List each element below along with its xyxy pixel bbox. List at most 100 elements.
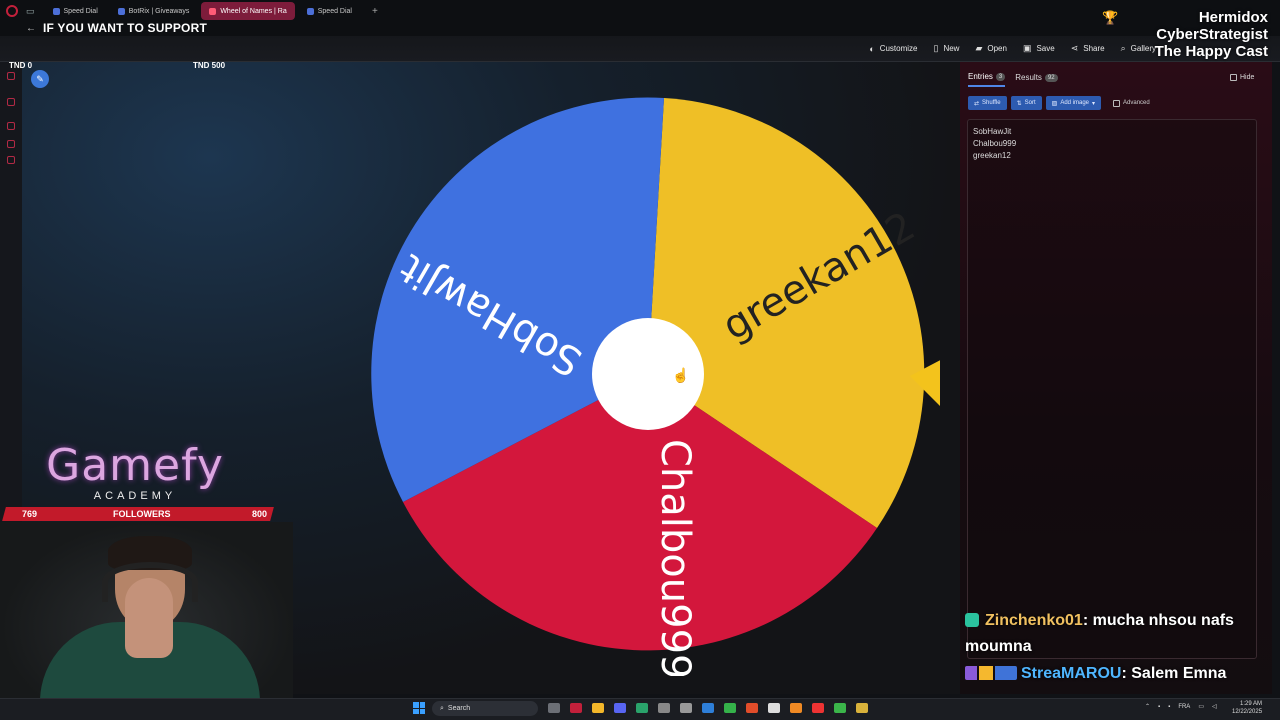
tab-speed-dial-1[interactable]: Speed Dial xyxy=(45,2,106,20)
chat-message: StreaMAROU: Salem Emna xyxy=(965,665,1226,683)
wheel[interactable]: greekan12 Chalbou999 SobHawJit ☝ xyxy=(360,96,940,676)
entries-textarea[interactable] xyxy=(967,119,1257,659)
network-icon[interactable]: ▭ xyxy=(1198,703,1204,710)
checkbox-icon xyxy=(1230,74,1237,81)
search-icon: ⌕ xyxy=(440,704,444,712)
share-icon: ⋖ xyxy=(1070,43,1079,53)
tnd-min-label: TND 0 xyxy=(9,61,33,70)
save-button[interactable]: ▣ Save xyxy=(1023,43,1055,54)
new-tab-button[interactable]: + xyxy=(372,6,378,17)
sort-button[interactable]: ⇅ Sort xyxy=(1010,96,1042,110)
entries-toolbar: ⇄ Shuffle ⇅ Sort ▨ Add image ▾ Advanced xyxy=(968,96,1150,110)
chat-username: Zinchenko01 xyxy=(985,612,1083,629)
followers-goal: 800 xyxy=(252,509,268,519)
sidebar-app-icon[interactable] xyxy=(7,140,15,148)
followers-label: FOLLOWERS xyxy=(113,509,171,519)
save-icon: ▣ xyxy=(1022,43,1032,53)
folder-icon: ▰ xyxy=(975,43,983,53)
tray-app-icon[interactable]: ▪ xyxy=(1168,704,1170,710)
clock-date: 12/22/2025 xyxy=(1232,709,1263,715)
tnd-max-label: TND 500 xyxy=(193,61,226,70)
chat-badge-icon xyxy=(965,613,979,627)
new-button[interactable]: ▯ New xyxy=(933,43,959,54)
checkbox-icon xyxy=(1113,99,1121,107)
search-icon: ⌕ xyxy=(1120,43,1126,53)
volume-icon[interactable]: ◁ xyxy=(1212,703,1217,710)
trophy-icon: 🏆 xyxy=(1102,10,1119,25)
play-icon[interactable] xyxy=(834,703,846,713)
webcam-person-hands xyxy=(125,578,173,658)
logo-subtitle: ACADEMY xyxy=(93,490,177,502)
app-icon[interactable] xyxy=(812,703,824,713)
tab-overview-icon[interactable]: ▭ xyxy=(26,6,35,17)
customize-button[interactable]: ◐ Customize xyxy=(869,43,917,54)
chat-badges-icon xyxy=(965,666,1017,680)
botrix-icon xyxy=(117,7,125,15)
tab-results[interactable]: Results 92 xyxy=(1015,72,1058,87)
gallery-button[interactable]: ⌕ Gallery xyxy=(1121,43,1156,54)
file-icon: ▯ xyxy=(933,43,939,53)
app-icon[interactable] xyxy=(724,703,736,713)
system-tray: ⌃ ▪ ▪ FRA ▭ ◁ xyxy=(1145,703,1217,711)
file-explorer-icon[interactable] xyxy=(592,703,604,713)
windows-start-icon[interactable] xyxy=(413,702,425,714)
app-icon[interactable] xyxy=(658,703,670,713)
logo-title: Gamefy xyxy=(46,440,224,491)
tray-app-icon[interactable]: ▪ xyxy=(1158,704,1160,710)
streamer-name: CyberStrategist xyxy=(1156,26,1268,43)
back-arrow-icon[interactable]: ← xyxy=(26,23,36,34)
entries-list: SobHawJit Chalbou999 greekan12 xyxy=(973,126,1016,162)
hide-checkbox[interactable]: Hide xyxy=(1230,74,1254,81)
entries-count-badge: 3 xyxy=(995,72,1006,81)
sidebar-app-icon[interactable] xyxy=(7,72,15,80)
tab-botrix[interactable]: BotRix | Giveaways xyxy=(110,2,198,20)
sidebar-app-icon[interactable] xyxy=(7,122,15,130)
app-icon[interactable] xyxy=(636,703,648,713)
taskbar-search[interactable]: ⌕ Search xyxy=(432,701,538,716)
opera-icon[interactable] xyxy=(570,703,582,713)
obs-icon[interactable] xyxy=(746,703,758,713)
sidebar-app-icon[interactable] xyxy=(7,156,15,164)
chat-text: : Salem Emna xyxy=(1121,665,1227,682)
tab-wheel-of-names[interactable]: Wheel of Names | Ra xyxy=(201,2,295,20)
chevron-down-icon: ▾ xyxy=(1092,100,1096,107)
panel-tabs: Entries 3 Results 92 xyxy=(968,72,1058,87)
language-indicator[interactable]: FRA xyxy=(1178,704,1190,710)
taskbar-apps xyxy=(548,703,868,713)
browser-tab-strip: ▭ Speed Dial BotRix | Giveaways Wheel of… xyxy=(0,0,1280,22)
webcam-feed xyxy=(0,522,293,698)
gamefy-logo: Gamefy ACADEMY xyxy=(40,440,230,503)
task-view-icon[interactable] xyxy=(548,703,560,713)
opera-logo-icon[interactable] xyxy=(6,5,18,17)
streamer-name: Hermidox xyxy=(1198,9,1268,26)
support-banner: IF YOU WANT TO SUPPORT xyxy=(43,21,207,35)
app-menu: ◐ Customize ▯ New ▰ Open ▣ Save ⋖ Share ⌕ Gall… xyxy=(869,43,1156,54)
settings-icon[interactable] xyxy=(680,703,692,713)
app-icon[interactable] xyxy=(702,703,714,713)
chevron-up-icon[interactable]: ⌃ xyxy=(1145,703,1150,710)
shuffle-button[interactable]: ⇄ Shuffle xyxy=(968,96,1007,110)
streamer-names: Hermidox CyberStrategist The Happy Cast xyxy=(1155,9,1268,60)
image-icon: ▨ xyxy=(1051,100,1058,107)
vlc-icon[interactable] xyxy=(790,703,802,713)
open-button[interactable]: ▰ Open xyxy=(975,43,1007,54)
entry-item: Chalbou999 xyxy=(973,139,1017,148)
edit-pencil-icon[interactable]: ✎ xyxy=(31,70,49,88)
followers-current: 769 xyxy=(22,509,38,519)
advanced-checkbox[interactable]: Advanced xyxy=(1113,99,1150,107)
discord-icon[interactable] xyxy=(614,703,626,713)
taskbar-clock[interactable]: 1:29 AM 12/22/2025 xyxy=(1232,700,1262,716)
share-button[interactable]: ⋖ Share xyxy=(1071,43,1105,54)
palette-icon: ◐ xyxy=(869,43,875,54)
sort-icon: ⇅ xyxy=(1016,100,1022,107)
tab-entries[interactable]: Entries 3 xyxy=(968,72,1006,87)
wheel-icon xyxy=(209,7,217,15)
app-icon[interactable] xyxy=(856,703,868,713)
steam-icon[interactable] xyxy=(768,703,780,713)
add-image-button[interactable]: ▨ Add image ▾ xyxy=(1045,96,1102,110)
shuffle-icon: ⇄ xyxy=(974,100,980,107)
entry-item: greekan12 xyxy=(973,151,1011,160)
entry-item: SobHawJit xyxy=(973,127,1012,136)
sidebar-app-icon[interactable] xyxy=(7,98,15,106)
tab-speed-dial-2[interactable]: Speed Dial xyxy=(299,2,360,20)
